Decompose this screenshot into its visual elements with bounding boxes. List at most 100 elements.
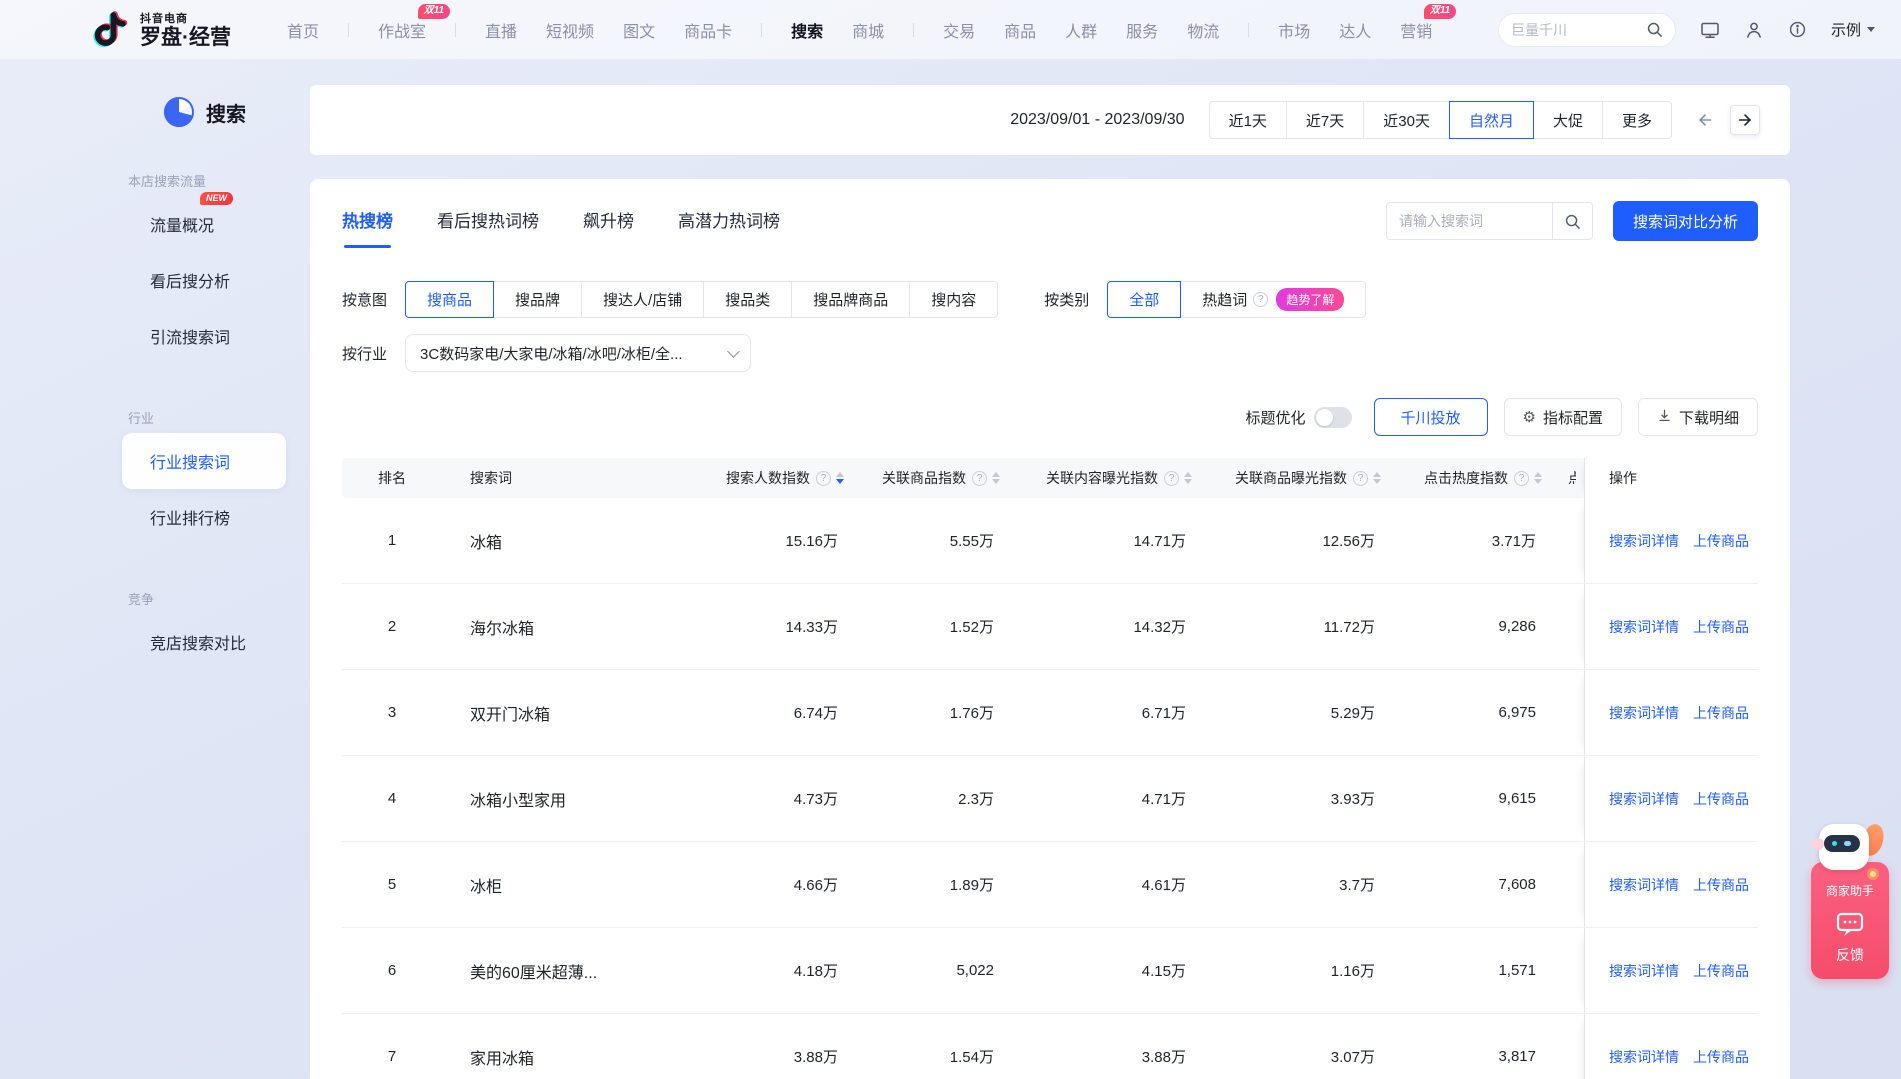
keyword-detail-link[interactable]: 搜索词详情 [1609,789,1679,809]
next-period-button[interactable] [1730,105,1760,135]
sort-control[interactable] [1534,472,1542,484]
date-preset-2[interactable]: 近30天 [1363,101,1450,139]
upload-product-link[interactable]: 上传商品 [1693,531,1749,551]
keyword-search-input[interactable] [1387,213,1552,229]
download-label: 下载明细 [1679,407,1739,428]
upload-product-link[interactable]: 上传商品 [1693,703,1749,723]
date-preset-5[interactable]: 更多 [1602,101,1672,139]
sidebar-item-0-1[interactable]: 看后搜分析 [122,252,286,308]
nav-item-7[interactable]: 商城 [852,18,884,42]
global-search-box[interactable] [1498,13,1676,47]
sidebar-item-0-2[interactable]: 引流搜索词 [122,308,286,364]
date-preset-3[interactable]: 自然月 [1449,101,1534,139]
tab-2[interactable]: 飙升榜 [583,207,634,236]
metric-config-button[interactable]: ⚙ 指标配置 [1504,398,1622,436]
nav-item-8[interactable]: 交易 [943,18,975,42]
sort-control[interactable] [992,472,1000,484]
keyword-cell[interactable]: 冰箱 [442,498,669,583]
nav-item-2[interactable]: 直播 [485,18,517,42]
sort-control[interactable] [836,472,844,484]
keyword-compare-button[interactable]: 搜索词对比分析 [1613,201,1758,241]
info-icon[interactable] [1788,20,1807,39]
category-option-0[interactable]: 全部 [1107,281,1181,318]
keyword-cell[interactable]: 海尔冰箱 [442,584,669,669]
help-icon[interactable]: ? [1164,471,1179,486]
prev-period-button[interactable] [1696,111,1714,129]
download-button[interactable]: 下载明细 [1638,398,1758,436]
keyword-search-icon[interactable] [1552,203,1592,239]
keyword-detail-link[interactable]: 搜索词详情 [1609,703,1679,723]
keyword-cell[interactable]: 家用冰箱 [442,1014,669,1079]
nav-item-5[interactable]: 商品卡 [684,18,732,42]
nav-item-9[interactable]: 商品 [1004,18,1036,42]
nav-item-4[interactable]: 图文 [623,18,655,42]
tab-3[interactable]: 高潜力热词榜 [678,207,780,236]
intent-option-1[interactable]: 搜品牌 [493,281,582,318]
tab-0[interactable]: 热搜榜 [342,207,393,236]
intent-option-3[interactable]: 搜品类 [703,281,792,318]
keyword-cell[interactable]: 美的60厘米超薄... [442,928,669,1013]
nav-item-10[interactable]: 人群 [1065,18,1097,42]
category-option-1[interactable]: 热趋词?趋势了解 [1180,281,1366,318]
help-icon[interactable]: ? [972,471,987,486]
chat-bubble-icon[interactable] [1835,911,1865,939]
intent-option-2[interactable]: 搜达人/店铺 [581,281,704,318]
panel-head: 热搜榜 看后搜热词榜 飙升榜 高潜力热词榜 搜索词对比分析 [342,179,1758,241]
help-icon[interactable]: ? [1353,471,1368,486]
top-navbar: 抖音电商 罗盘·经营 首页 作战室双11 直播 短视频 图文 商品卡 搜索 商城 交易 商品 人群 服… [0,0,1901,59]
sidebar-item-2-0[interactable]: 竞店搜索对比 [122,614,286,670]
upload-product-link[interactable]: 上传商品 [1693,617,1749,637]
sort-control[interactable] [1373,472,1381,484]
upload-product-link[interactable]: 上传商品 [1693,961,1749,981]
nav-item-12[interactable]: 物流 [1187,18,1219,42]
sidebar-item-0-0[interactable]: 流量概况NEW [122,196,286,252]
nav-item-6[interactable]: 搜索 [791,18,823,42]
nav-item-15[interactable]: 营销双11 [1400,18,1432,42]
assistant-mascot-icon[interactable] [1817,820,1883,878]
help-icon[interactable]: ? [1253,292,1268,307]
nav-item-14[interactable]: 达人 [1339,18,1371,42]
intent-option-4[interactable]: 搜品牌商品 [791,281,910,318]
search-icon[interactable] [1646,21,1663,38]
keyword-detail-link[interactable]: 搜索词详情 [1609,961,1679,981]
keyword-cell[interactable]: 冰箱小型家用 [442,756,669,841]
keyword-search-box[interactable] [1386,202,1593,240]
intent-option-5[interactable]: 搜内容 [909,281,998,318]
user-icon[interactable] [1744,20,1764,40]
industry-select[interactable]: 3C数码家电/大家电/冰箱/冰吧/冰柜/全... [405,334,751,372]
upload-product-link[interactable]: 上传商品 [1693,875,1749,895]
date-preset-4[interactable]: 大促 [1533,101,1603,139]
global-search-input[interactable] [1511,22,1646,38]
sidebar-title: 搜索 [164,97,310,127]
nav-item-13[interactable]: 市场 [1278,18,1310,42]
feedback-button[interactable]: 反馈 [1815,945,1885,965]
upload-product-link[interactable]: 上传商品 [1693,1047,1749,1067]
help-icon[interactable]: ? [816,471,831,486]
date-preset-1[interactable]: 近7天 [1286,101,1364,139]
assistant-label[interactable]: 商家助手 [1815,882,1885,899]
monitor-icon[interactable] [1700,20,1720,40]
keyword-detail-link[interactable]: 搜索词详情 [1609,1047,1679,1067]
title-optimize-toggle[interactable] [1314,407,1352,428]
account-menu[interactable]: 示例 [1831,19,1875,40]
sidebar-item-1-1[interactable]: 行业排行榜 [122,489,286,545]
nav-item-1[interactable]: 作战室双11 [378,18,426,42]
nav-item-11[interactable]: 服务 [1126,18,1158,42]
keyword-cell[interactable]: 双开门冰箱 [442,670,669,755]
date-preset-0[interactable]: 近1天 [1209,101,1287,139]
sort-control[interactable] [1184,472,1192,484]
intent-option-0[interactable]: 搜商品 [405,281,494,318]
trend-learn-badge[interactable]: 趋势了解 [1276,288,1344,311]
keyword-detail-link[interactable]: 搜索词详情 [1609,875,1679,895]
nav-item-3[interactable]: 短视频 [546,18,594,42]
tab-1[interactable]: 看后搜热词榜 [437,207,539,236]
keyword-cell[interactable]: 冰柜 [442,842,669,927]
qianchuan-button[interactable]: 千川投放 [1374,398,1488,436]
sidebar-item-1-0[interactable]: 行业搜索词 [122,433,286,489]
upload-product-link[interactable]: 上传商品 [1693,789,1749,809]
keyword-detail-link[interactable]: 搜索词详情 [1609,617,1679,637]
help-icon[interactable]: ? [1514,471,1529,486]
nav-item-0[interactable]: 首页 [287,18,319,42]
brand-logo[interactable]: 抖音电商 罗盘·经营 [88,9,231,51]
keyword-detail-link[interactable]: 搜索词详情 [1609,531,1679,551]
